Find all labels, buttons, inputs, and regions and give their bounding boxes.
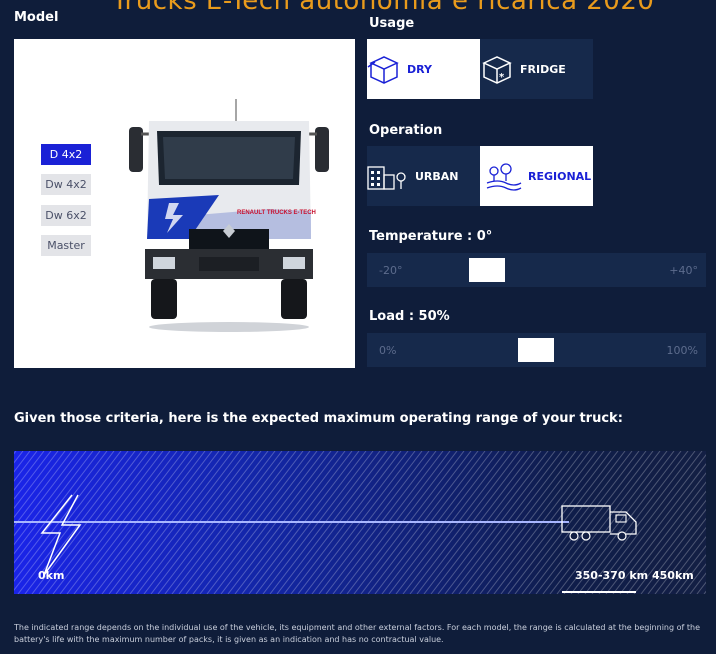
load-min-label: 0%: [379, 344, 397, 357]
countryside-icon: [486, 163, 522, 191]
model-option-d-4x2[interactable]: D 4x2: [41, 144, 91, 165]
footnote: The indicated range depends on the indiv…: [14, 623, 700, 644]
temperature-slider-thumb[interactable]: [469, 258, 505, 282]
range-result-label: 350-370 km: [575, 569, 649, 582]
usage-option-fridge-label: FRIDGE: [520, 62, 566, 76]
fridge-box-icon: *: [482, 56, 512, 84]
model-panel: D 4x2 Dw 4x2 Dw 6x2 Master RENAULT TRUCK…: [14, 39, 355, 368]
operation-option-urban[interactable]: URBAN: [367, 146, 480, 206]
truck-image: RENAULT TRUCKS E-TECH: [129, 99, 329, 332]
operation-label: Operation: [369, 123, 443, 138]
temperature-min-label: -20°: [379, 264, 403, 277]
truck-branding-text: RENAULT TRUCKS E-TECH: [237, 210, 316, 216]
range-result-underline: [562, 591, 636, 593]
load-label: Load : 50%: [369, 309, 450, 324]
criteria-text: Given those criteria, here is the expect…: [14, 411, 623, 426]
model-option-dw-6x2[interactable]: Dw 6x2: [41, 205, 91, 226]
svg-text:*: *: [499, 72, 505, 83]
page-title: Trucks E-Tech autonomia e ricarica 2020: [112, 0, 655, 16]
load-slider[interactable]: 0% 100%: [367, 333, 706, 367]
usage-option-fridge[interactable]: * FRIDGE: [480, 39, 593, 99]
range-start-label: 0km: [38, 569, 65, 582]
model-label: Model: [14, 10, 59, 25]
usage-option-dry-label: DRY: [407, 62, 432, 76]
model-option-dw-4x2[interactable]: Dw 4x2: [41, 174, 91, 195]
box-icon: [367, 56, 399, 84]
operation-option-regional-label: REGIONAL: [528, 169, 592, 183]
load-max-label: 100%: [666, 344, 698, 357]
usage-option-dry[interactable]: DRY: [367, 39, 480, 99]
temperature-label: Temperature : 0°: [369, 229, 493, 244]
operation-option-regional[interactable]: REGIONAL: [480, 146, 593, 206]
load-slider-thumb[interactable]: [518, 338, 554, 362]
model-option-master[interactable]: Master: [41, 235, 91, 256]
range-max-label: 450km: [652, 569, 694, 582]
temperature-max-label: +40°: [669, 264, 698, 277]
temperature-slider[interactable]: -20° +40°: [367, 253, 706, 287]
usage-label: Usage: [369, 16, 415, 31]
operation-option-urban-label: URBAN: [415, 169, 459, 183]
city-icon: [367, 166, 406, 190]
